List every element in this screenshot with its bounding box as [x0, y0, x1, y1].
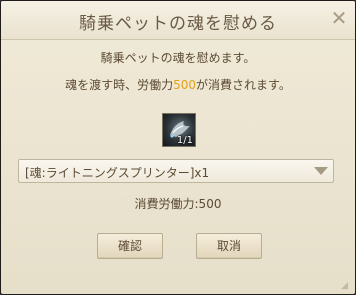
soul-select-dropdown[interactable]: [魂:ライトニングスプリンター]x1: [18, 159, 334, 183]
message-line-2: 魂を渡す時、労働力500が消費されます。: [1, 76, 355, 93]
item-slot[interactable]: 1/1: [162, 113, 196, 147]
item-count: 1/1: [176, 135, 193, 146]
message-line-1: 騎乗ペットの魂を慰めます。: [100, 51, 256, 65]
close-icon: ✕: [330, 6, 348, 30]
close-button[interactable]: ✕: [326, 5, 352, 31]
dropdown-selected-value: [魂:ライトニングスプリンター]x1: [25, 166, 210, 180]
dialog-title: 騎乗ペットの魂を慰める: [79, 14, 277, 34]
confirm-button[interactable]: 確認: [97, 233, 163, 259]
message-prefix: 魂を渡す時、労働力: [65, 78, 174, 92]
labor-cost-text: 消費労働力:500: [134, 197, 222, 211]
resize-grip-icon[interactable]: ◢: [341, 281, 351, 291]
chevron-down-icon: [314, 167, 328, 175]
cancel-button[interactable]: 取消: [196, 233, 262, 259]
message-suffix: が消費されます。: [196, 78, 291, 92]
soothe-pet-soul-dialog: 騎乗ペットの魂を慰める ✕ 騎乗ペットの魂を慰めます。 魂を渡す時、労働力500…: [0, 0, 356, 295]
labor-cost-highlight: 500: [173, 78, 197, 92]
dialog-titlebar: 騎乗ペットの魂を慰める ✕: [1, 1, 355, 40]
